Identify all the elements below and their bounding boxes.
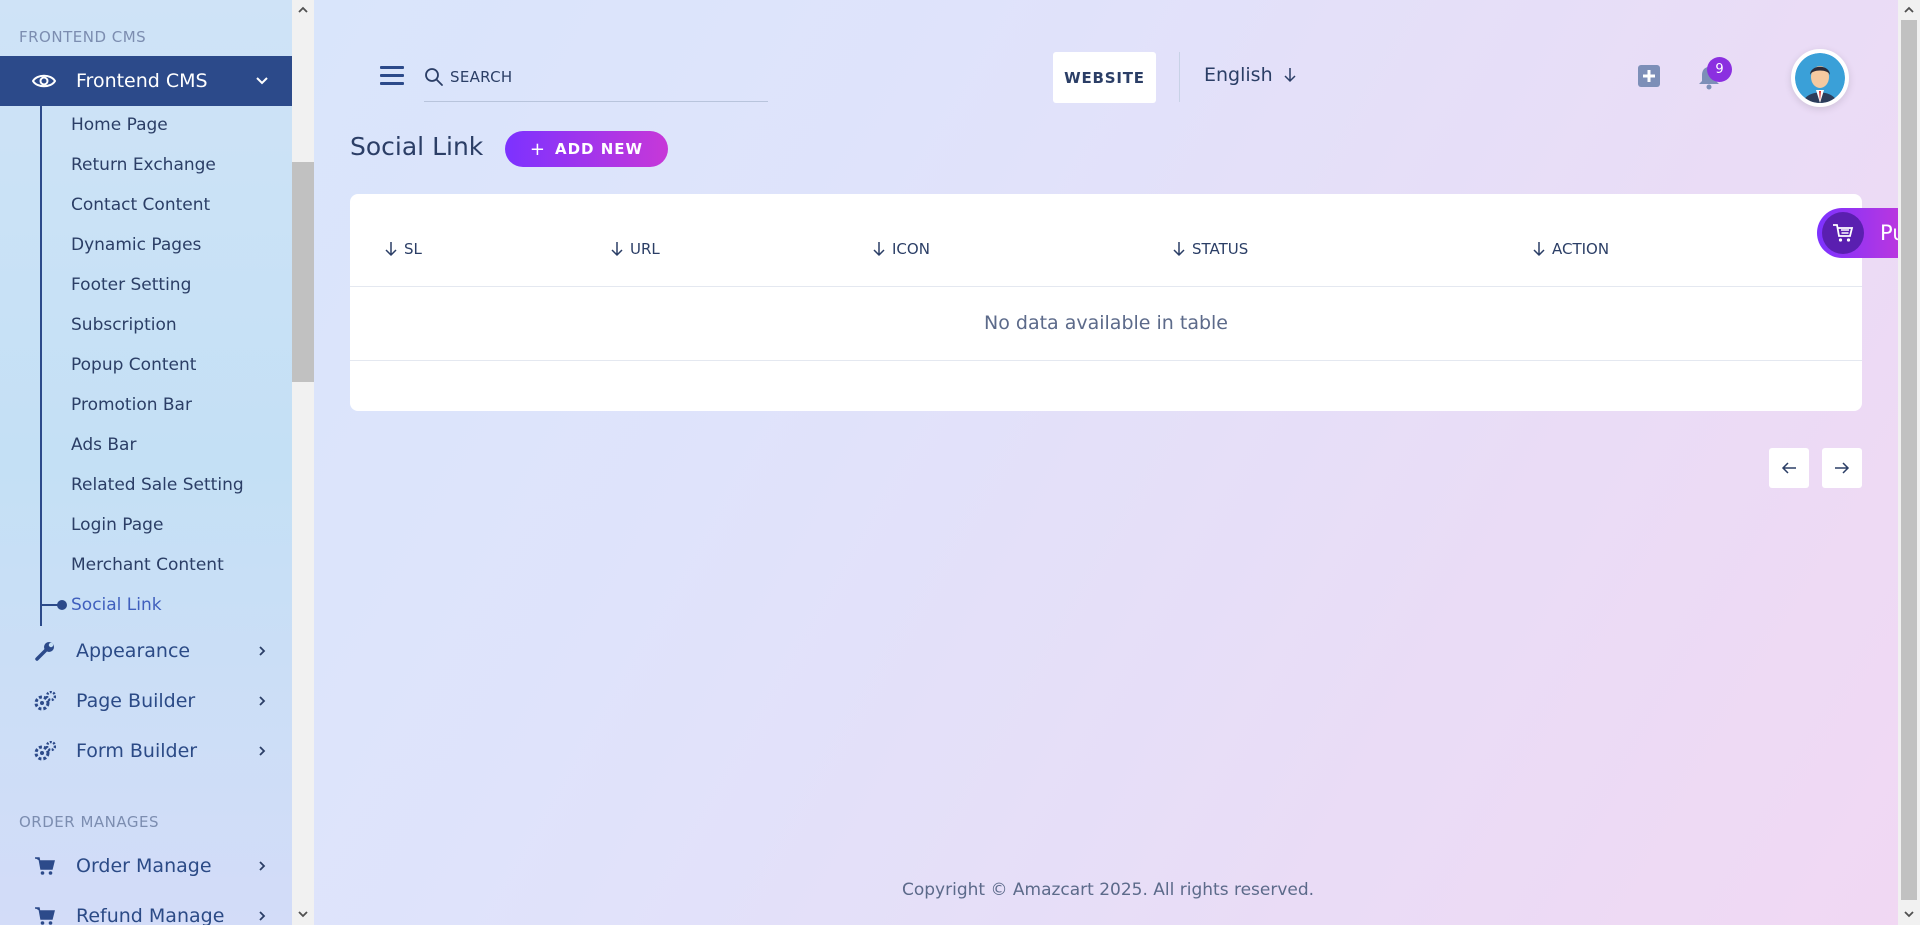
language-selector[interactable]: English: [1204, 64, 1297, 86]
menu-page-builder-label: Page Builder: [76, 690, 196, 712]
section-title-order-manages: ORDER MANAGES: [19, 813, 159, 831]
column-header-icon[interactable]: ICON: [872, 240, 930, 258]
column-header-label: SL: [404, 240, 422, 258]
submenu-item-merchant-content[interactable]: Merchant Content: [71, 555, 224, 575]
cart-icon-circle: [1822, 212, 1864, 254]
sort-arrow-icon: [1173, 242, 1185, 257]
column-header-url[interactable]: URL: [610, 240, 660, 258]
submenu-item-related-sale-setting[interactable]: Related Sale Setting: [71, 475, 244, 495]
column-header-label: ICON: [892, 240, 930, 258]
menu-frontend-cms-label: Frontend CMS: [76, 70, 208, 92]
plus-icon: +: [529, 138, 546, 160]
cart-icon: [35, 907, 55, 925]
search-icon: [425, 68, 443, 86]
submenu-item-popup-content[interactable]: Popup Content: [71, 355, 196, 375]
scroll-down-arrow-icon[interactable]: [1903, 908, 1915, 920]
submenu-tree-line: [40, 106, 42, 626]
gears-icon: [34, 691, 56, 711]
scroll-down-arrow-icon[interactable]: [297, 908, 309, 920]
submenu-item-promotion-bar[interactable]: Promotion Bar: [71, 395, 192, 415]
sidebar-scrollbar[interactable]: [292, 0, 314, 925]
column-header-label: STATUS: [1192, 240, 1249, 258]
cart-icon: [35, 857, 55, 875]
menu-order-manage-label: Order Manage: [76, 855, 212, 877]
language-label: English: [1204, 64, 1273, 86]
column-header-label: URL: [630, 240, 660, 258]
table-empty-message: No data available in table: [984, 312, 1228, 334]
sidebar-scrollbar-thumb[interactable]: [292, 162, 314, 382]
menu-page-builder[interactable]: Page Builder: [0, 681, 292, 721]
table-header-divider: [350, 286, 1862, 287]
sort-arrow-icon: [611, 242, 623, 257]
add-new-label: ADD NEW: [555, 140, 644, 158]
chevron-down-icon: [256, 77, 268, 85]
chevron-right-icon: [259, 696, 266, 706]
page-scrollbar[interactable]: [1898, 0, 1920, 925]
menu-refund-manage-label: Refund Manage: [76, 905, 225, 925]
menu-form-builder[interactable]: Form Builder: [0, 731, 292, 771]
submenu-item-dynamic-pages[interactable]: Dynamic Pages: [71, 235, 201, 255]
submenu-item-login-page[interactable]: Login Page: [71, 515, 163, 535]
menu-refund-manage[interactable]: Refund Manage: [0, 896, 292, 925]
sidebar: FRONTEND CMS Frontend CMS Home Page Retu…: [0, 0, 292, 925]
header-divider: [1179, 52, 1180, 102]
sort-arrow-icon: [385, 242, 397, 257]
scroll-up-arrow-icon[interactable]: [297, 4, 309, 16]
section-title-frontend-cms: FRONTEND CMS: [19, 28, 147, 46]
page-scrollbar-thumb[interactable]: [1901, 20, 1917, 900]
hamburger-bar: [380, 66, 404, 69]
website-button[interactable]: WEBSITE: [1053, 52, 1156, 103]
add-new-button[interactable]: + ADD NEW: [505, 131, 668, 167]
user-avatar-icon: [1795, 53, 1845, 103]
pagination-next-button[interactable]: [1822, 448, 1862, 488]
submenu-item-subscription[interactable]: Subscription: [71, 315, 177, 335]
sort-arrow-icon: [1533, 242, 1545, 257]
submenu-item-contact-content[interactable]: Contact Content: [71, 195, 210, 215]
avatar[interactable]: [1791, 49, 1849, 107]
menu-appearance[interactable]: Appearance: [0, 631, 292, 671]
submenu-item-home-page[interactable]: Home Page: [71, 115, 168, 135]
submenu-item-ads-bar[interactable]: Ads Bar: [71, 435, 136, 455]
column-header-action[interactable]: ACTION: [1532, 240, 1609, 258]
notification-badge: 9: [1707, 57, 1732, 82]
menu-frontend-cms[interactable]: Frontend CMS: [0, 56, 292, 106]
arrow-right-icon: [1835, 462, 1850, 474]
chevron-right-icon: [259, 646, 266, 656]
chevron-right-icon: [259, 861, 266, 871]
eye-icon: [32, 74, 56, 88]
submenu-item-return-exchange[interactable]: Return Exchange: [71, 155, 216, 175]
menu-appearance-label: Appearance: [76, 640, 191, 662]
menu-form-builder-label: Form Builder: [76, 740, 198, 762]
hamburger-bar: [380, 74, 404, 77]
table-row-divider: [350, 360, 1862, 361]
column-header-status[interactable]: STATUS: [1172, 240, 1248, 258]
footer-copyright: Copyright © Amazcart 2025. All rights re…: [902, 880, 1315, 900]
cart-icon: [1833, 224, 1854, 242]
scroll-up-arrow-icon[interactable]: [1903, 4, 1915, 16]
pagination-previous-button[interactable]: [1769, 448, 1809, 488]
submenu-item-footer-setting[interactable]: Footer Setting: [71, 275, 191, 295]
arrow-left-icon: [1781, 462, 1796, 474]
search-input[interactable]: [450, 64, 760, 90]
plus-square-icon[interactable]: [1637, 64, 1661, 88]
chevron-right-icon: [259, 911, 266, 921]
menu-toggle-button[interactable]: [380, 66, 404, 88]
hamburger-bar: [380, 82, 404, 85]
social-link-table: SL URL ICON STATUS ACTION No data availa…: [350, 194, 1862, 411]
column-header-sl[interactable]: SL: [384, 240, 422, 258]
chevron-right-icon: [259, 746, 266, 756]
column-header-label: ACTION: [1552, 240, 1610, 258]
menu-order-manage[interactable]: Order Manage: [0, 846, 292, 886]
gears-icon: [34, 741, 56, 761]
wrench-icon: [35, 642, 54, 661]
arrow-down-icon: [1284, 68, 1296, 83]
current-item-marker: [42, 600, 67, 610]
search-box: [424, 64, 768, 102]
page-title: Social Link: [350, 132, 484, 161]
submenu-item-social-link[interactable]: Social Link: [71, 595, 162, 615]
sort-arrow-icon: [873, 242, 885, 257]
